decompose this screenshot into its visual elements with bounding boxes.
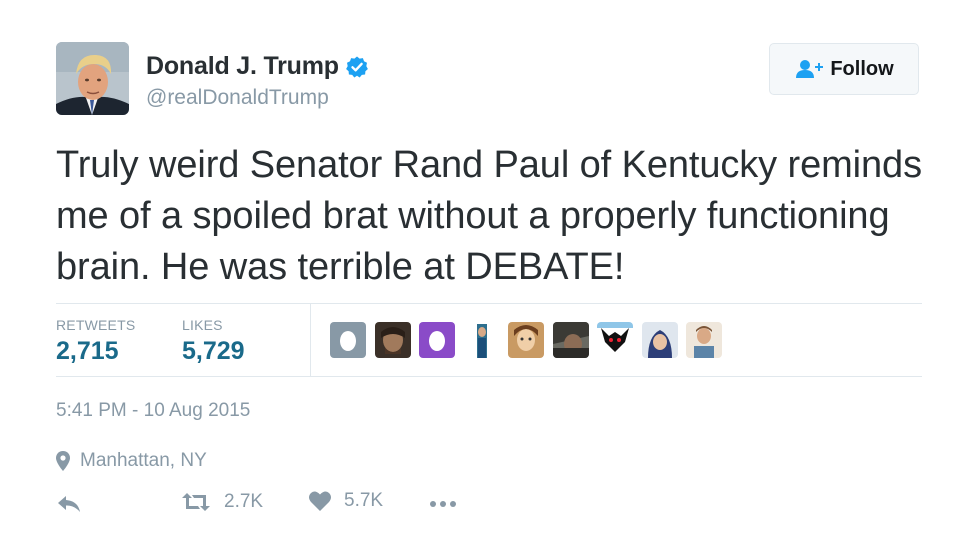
- like-count: 5.7K: [344, 490, 384, 511]
- retweets-stat[interactable]: RETWEETS 2,715: [56, 317, 135, 366]
- tweet-location[interactable]: Manhattan, NY: [56, 450, 207, 472]
- location-label: Manhattan, NY: [80, 450, 207, 471]
- more-dots-icon: [430, 501, 456, 507]
- reply-button[interactable]: [56, 494, 82, 514]
- location-pin-icon: [56, 451, 70, 471]
- tweet-actions: 2.7K 5.7K: [56, 490, 556, 520]
- retweets-value: 2,715: [56, 337, 119, 365]
- likes-stat[interactable]: LIKES 5,729: [182, 317, 245, 366]
- liker-avatar-photo[interactable]: [686, 322, 722, 358]
- retweet-button[interactable]: 2.7K: [180, 490, 263, 514]
- likers-avatars: [330, 322, 731, 358]
- more-options-button[interactable]: [428, 494, 458, 514]
- likes-value: 5,729: [182, 337, 245, 365]
- retweets-label: RETWEETS: [56, 317, 136, 333]
- retweet-count: 2.7K: [224, 491, 264, 512]
- tweet-timestamp[interactable]: 5:41 PM - 10 Aug 2015: [56, 400, 250, 422]
- reply-icon: [58, 496, 80, 512]
- liker-avatar-photo[interactable]: [597, 322, 633, 358]
- follow-button[interactable]: Follow: [769, 43, 919, 95]
- follow-label: Follow: [830, 57, 894, 80]
- tweet-text: Truly weird Senator Rand Paul of Kentuck…: [56, 144, 922, 288]
- liker-avatar-photo[interactable]: [552, 322, 589, 358]
- divider: [56, 376, 922, 377]
- liker-avatar-photo[interactable]: [641, 322, 678, 358]
- likes-label: LIKES: [182, 317, 223, 333]
- heart-icon: [309, 491, 331, 511]
- add-user-icon: [796, 60, 824, 78]
- user-fullname[interactable]: Donald J. Trump: [146, 52, 339, 81]
- stats-separator: [310, 304, 311, 376]
- liker-avatar-egg-purple[interactable]: [419, 322, 455, 358]
- user-handle[interactable]: @realDonaldTrump: [146, 86, 329, 110]
- liker-avatar-photo[interactable]: [374, 322, 411, 358]
- liker-avatar-egg-gray[interactable]: [330, 322, 366, 358]
- verified-badge-icon: [345, 55, 369, 79]
- like-button[interactable]: 5.7K: [308, 490, 383, 512]
- liker-avatar-photo[interactable]: [463, 322, 500, 358]
- retweet-icon: [182, 493, 210, 511]
- liker-avatar-photo[interactable]: [508, 322, 544, 358]
- divider: [56, 303, 922, 304]
- user-name-row[interactable]: Donald J. Trump: [146, 52, 369, 81]
- profile-avatar[interactable]: [56, 42, 129, 115]
